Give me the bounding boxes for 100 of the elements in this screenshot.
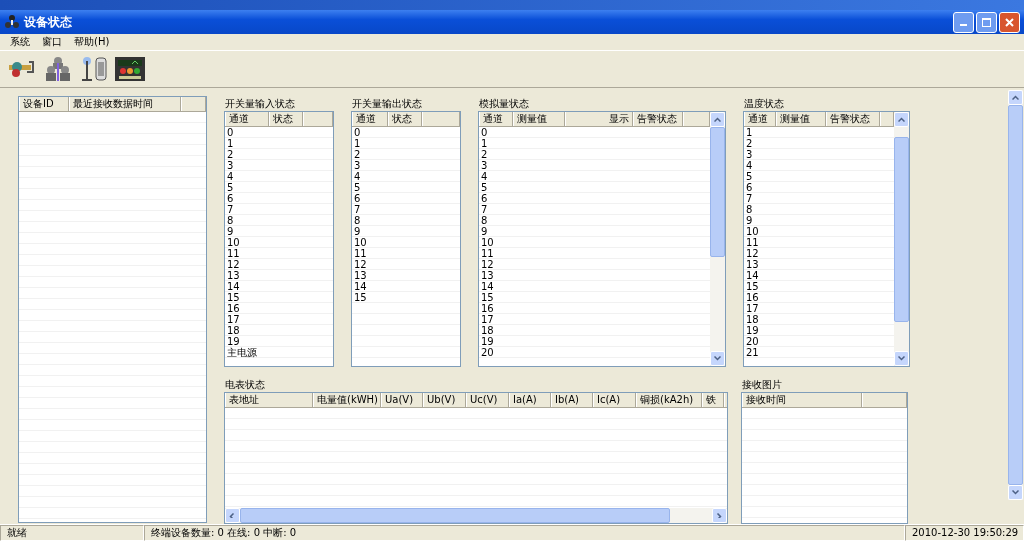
column-header[interactable]: Ic(A) (593, 393, 636, 407)
channel-cell-text: 16 (745, 292, 760, 303)
channel-cell-text: 19 (226, 336, 241, 347)
channel-cell-text: 17 (226, 314, 241, 325)
column-header[interactable] (862, 393, 907, 407)
menu-item[interactable]: 帮助(H) (74, 35, 110, 49)
column-header[interactable]: 铜损(kA2h) (636, 393, 702, 407)
channel-cell-text: 13 (353, 270, 368, 281)
channel-cell-text: 6 (745, 182, 754, 193)
channel-cell-text: 3 (480, 160, 489, 171)
channel-cell-text: 11 (353, 248, 368, 259)
status-text: 就绪 (0, 525, 144, 541)
channel-cell-text: 0 (226, 127, 235, 138)
column-header[interactable]: Ib(A) (551, 393, 593, 407)
column-header[interactable]: 铁 (702, 393, 724, 407)
column-header[interactable]: 显示 (565, 112, 633, 126)
channel-cell-text: 5 (480, 182, 489, 193)
minimize-button[interactable] (953, 11, 974, 33)
column-header[interactable]: Uc(V) (466, 393, 509, 407)
channel-cell-text: 3 (745, 149, 754, 160)
channel-cell-text: 14 (480, 281, 495, 292)
channel-cell-text: 15 (353, 292, 368, 303)
channel-cell-text: 8 (353, 215, 362, 226)
channel-cell-text: 9 (226, 226, 235, 237)
channel-cell-text: 14 (353, 281, 368, 292)
channel-cell-text: 5 (745, 171, 754, 182)
channel-cell-text: 12 (745, 248, 760, 259)
panel-title: 电表状态 (225, 378, 266, 392)
list-view[interactable]: 设备ID 最近接收数据时间 (18, 96, 207, 523)
column-header[interactable]: 告警状态 (633, 112, 683, 126)
channel-cell-text: 7 (353, 204, 362, 215)
channel-cell-text: 15 (480, 292, 495, 303)
column-header[interactable]: 测量值 (776, 112, 826, 126)
column-header[interactable]: 测量值 (513, 112, 565, 126)
column-header[interactable]: 状态 (388, 112, 422, 126)
vertical-scrollbar[interactable] (894, 112, 909, 366)
scrollbar-thumb[interactable] (710, 127, 725, 257)
list-view[interactable]: 通道 状态 0 1 2 3 4 5 6 7 8 9 10 11 12 13 14 15 (351, 111, 461, 367)
list-view[interactable]: 通道 测量值 告警状态 1 2 3 4 5 6 7 8 9 10 11 12 13 14 15 16 17 18 19 20 21 (743, 111, 910, 367)
column-header[interactable]: 电量值(kWH) (313, 393, 381, 407)
channel-cell-text: 2 (353, 149, 362, 160)
channel-cell-text: 13 (480, 270, 495, 281)
scrollbar-thumb[interactable] (894, 137, 909, 322)
channel-cell-text: 20 (745, 336, 760, 347)
channel-cell-text: 11 (226, 248, 241, 259)
column-header[interactable]: Ua(V) (381, 393, 423, 407)
column-header[interactable]: 表地址 (225, 393, 313, 407)
channel-cell-text: 21 (745, 347, 760, 358)
column-header[interactable]: 状态 (269, 112, 303, 126)
column-header[interactable]: 设备ID (19, 97, 69, 111)
menu-item[interactable]: 窗口 (42, 35, 62, 49)
list-view[interactable]: 通道 状态 0 1 2 3 4 5 6 7 8 9 10 11 12 13 14 15 16 17 18 19 主电源 (224, 111, 334, 367)
close-button[interactable] (999, 11, 1020, 33)
maximize-icon (982, 17, 991, 27)
menu-item[interactable]: 系统 (10, 35, 30, 49)
channel-cell-text: 8 (480, 215, 489, 226)
panel-title: 开关量输入状态 (225, 97, 296, 111)
channel-cell-text: 2 (226, 149, 235, 160)
column-header[interactable]: 通道 (744, 112, 776, 126)
channel-cell-text: 1 (226, 138, 235, 149)
channel-cell-text: 14 (745, 270, 760, 281)
column-header[interactable]: 最近接收数据时间 (69, 97, 181, 111)
vertical-scrollbar[interactable] (710, 112, 725, 366)
channel-cell-text: 8 (226, 215, 235, 226)
close-icon (1005, 17, 1014, 27)
channel-cell-text: 4 (745, 160, 754, 171)
column-header[interactable]: 告警状态 (826, 112, 880, 126)
column-header[interactable]: Ub(V) (423, 393, 466, 407)
channel-cell-text: 4 (226, 171, 235, 182)
column-header[interactable]: Ia(A) (509, 393, 551, 407)
maximize-button[interactable] (976, 11, 997, 33)
channel-cell-text: 4 (480, 171, 489, 182)
channel-cell-text: 19 (745, 325, 760, 336)
channel-cell-text: 13 (745, 259, 760, 270)
channel-cell-text: 1 (353, 138, 362, 149)
channel-cell-text: 18 (226, 325, 241, 336)
channel-cell-text: 19 (480, 336, 495, 347)
channel-cell-text: 11 (745, 237, 760, 248)
channel-cell-text: 12 (226, 259, 241, 270)
channel-cell-text: 7 (226, 204, 235, 215)
channel-cell-text: 10 (353, 237, 368, 248)
panel-title: 开关量输出状态 (352, 97, 423, 111)
channel-cell-text: 1 (745, 127, 754, 138)
column-header[interactable] (181, 97, 206, 111)
column-header[interactable]: 通道 (225, 112, 269, 126)
panel-title: 温度状态 (744, 97, 785, 111)
channel-cell-text: 2 (480, 149, 489, 160)
column-header[interactable]: 通道 (352, 112, 388, 126)
list-view[interactable]: 表地址 电量值(kWH) Ua(V) Ub(V) Uc(V) Ia(A) Ib(A) Ic(A) 铜损(kA2h) 铁 (224, 392, 728, 524)
channel-cell-text: 17 (745, 303, 760, 314)
column-header[interactable] (303, 112, 333, 126)
channel-cell-text: 0 (353, 127, 362, 138)
channel-cell-text: 主电源 (226, 347, 258, 358)
status-time: 2010-12-30 19:50:29 (905, 525, 1024, 541)
column-header[interactable] (422, 112, 460, 126)
status-counts: 终端设备数量: 0 在线: 0 中断: 0 (144, 525, 905, 541)
list-view[interactable]: 接收时间 (741, 392, 908, 524)
column-header[interactable]: 通道 (479, 112, 513, 126)
list-view[interactable]: 通道 测量值 显示 告警状态 0 1 2 3 4 5 6 7 8 9 10 11 12 13 14 15 16 17 18 19 20 (478, 111, 726, 367)
channel-cell-text: 1 (480, 138, 489, 149)
